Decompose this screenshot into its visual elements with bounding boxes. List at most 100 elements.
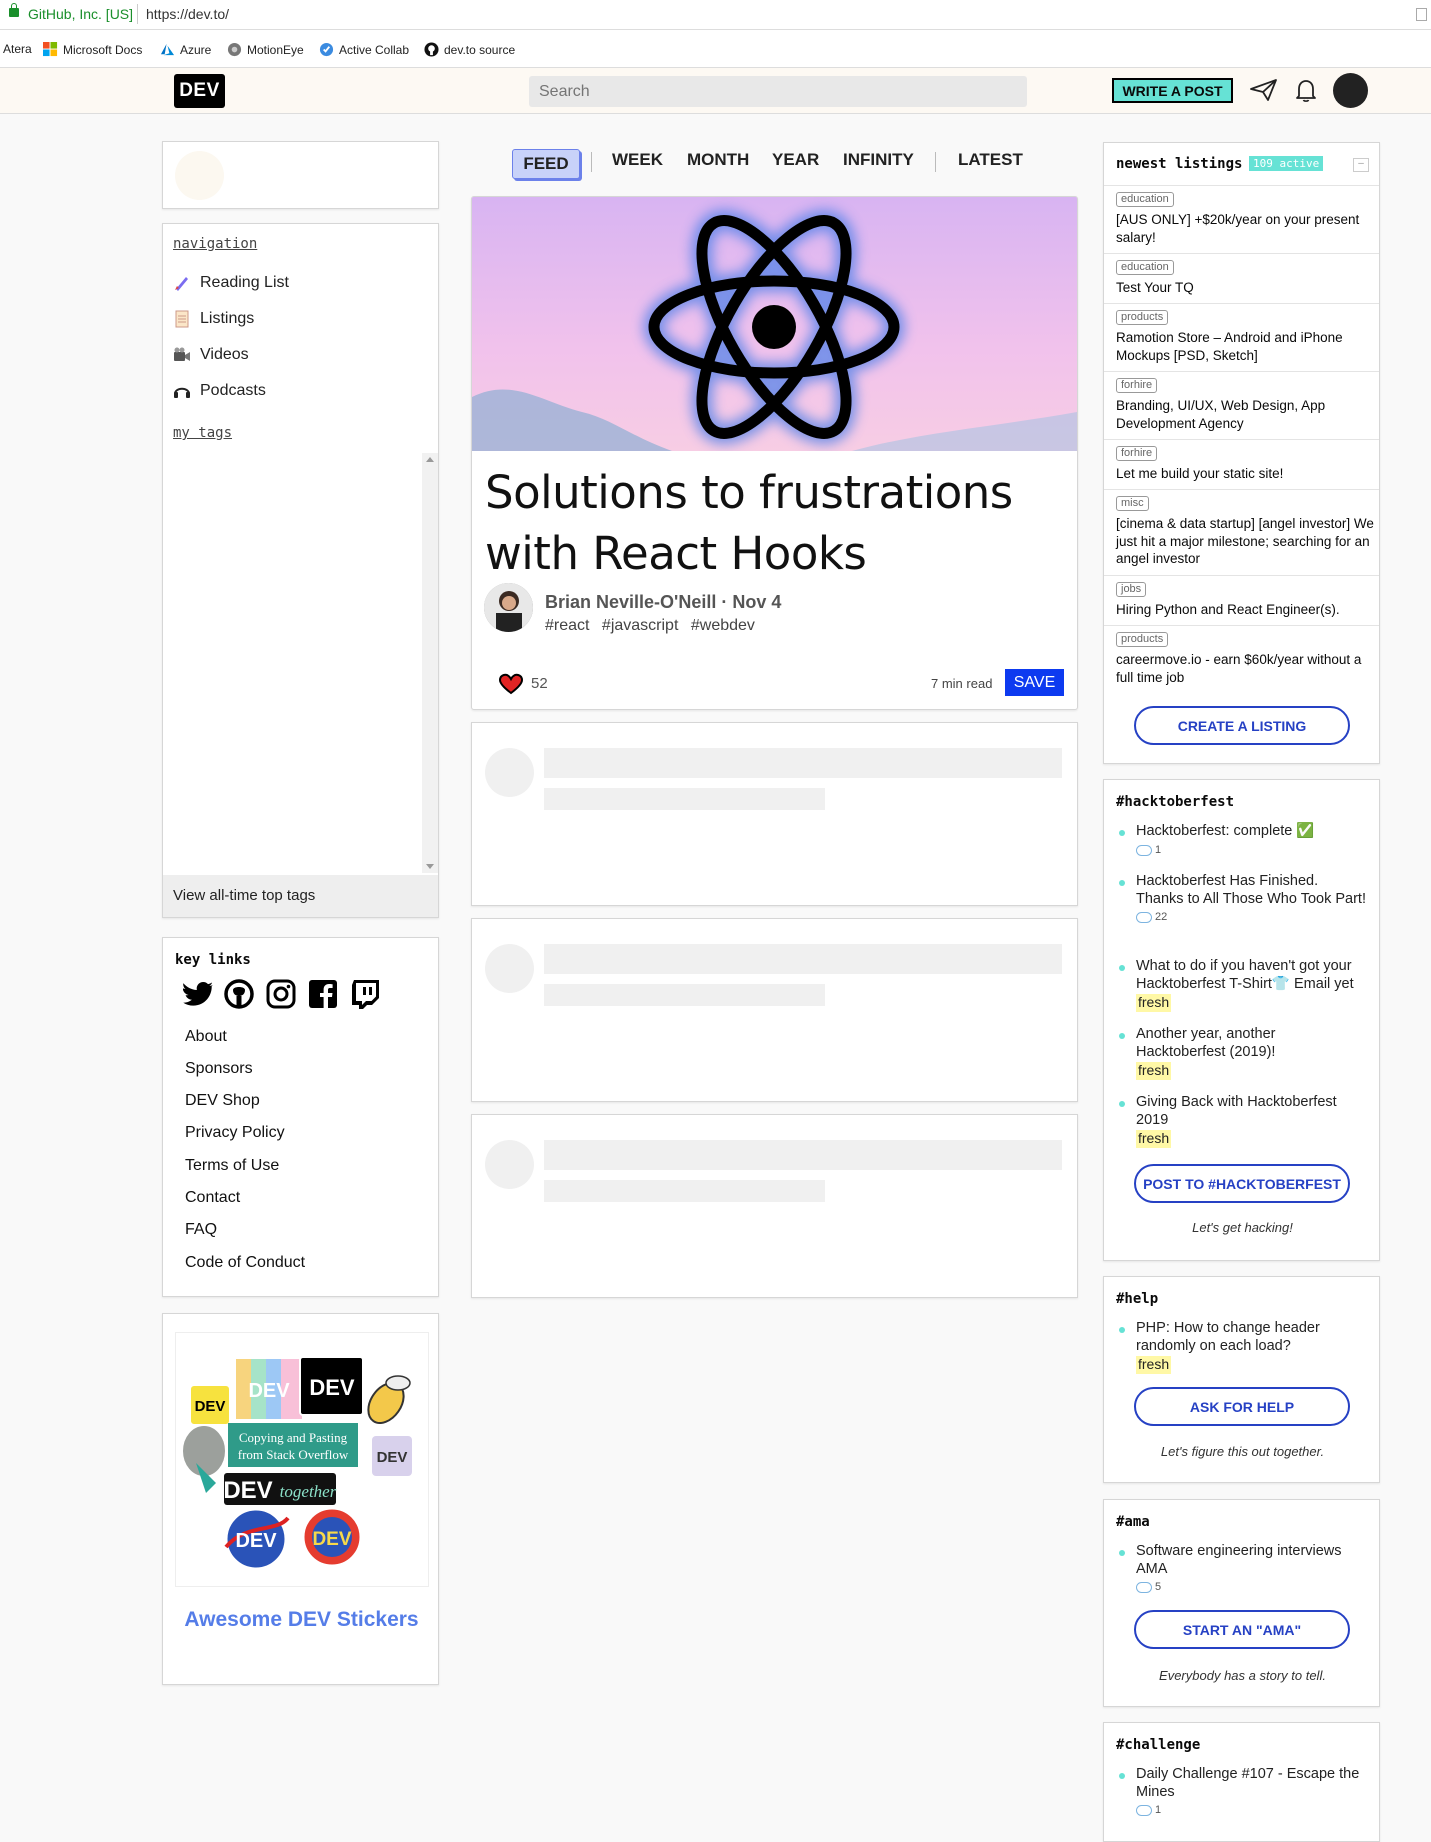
ask-for-help-button[interactable]: ASK FOR HELP xyxy=(1134,1387,1350,1426)
listing-category[interactable]: forhire xyxy=(1116,446,1158,461)
key-link-code-of-conduct[interactable]: Code of Conduct xyxy=(185,1254,305,1272)
minimize-icon[interactable]: – xyxy=(1353,158,1369,172)
write-post-button[interactable]: WRITE A POST xyxy=(1112,78,1233,103)
site-identity[interactable]: GitHub, Inc. [US] xyxy=(28,6,133,22)
tags-scrollbar[interactable] xyxy=(422,453,438,873)
instagram-icon[interactable] xyxy=(265,978,297,1010)
user-avatar[interactable] xyxy=(1333,73,1368,108)
tab-year[interactable]: YEAR xyxy=(772,150,819,170)
listing-item[interactable]: forhire Let me build your static site! xyxy=(1104,439,1379,490)
author-avatar[interactable] xyxy=(484,583,533,632)
tag-post-item[interactable]: Another year, another Hacktoberfest (201… xyxy=(1119,1026,1368,1081)
listing-title[interactable]: Test Your TQ xyxy=(1116,279,1374,297)
tag-post-item[interactable]: Daily Challenge #107 - Escape the Mines … xyxy=(1119,1766,1368,1820)
tag-post-title[interactable]: Software engineering interviews AMA xyxy=(1136,1543,1368,1578)
tag-post-title[interactable]: Hacktoberfest Has Finished. Thanks to Al… xyxy=(1136,873,1368,908)
tab-feed[interactable]: FEED xyxy=(512,149,580,179)
listing-category[interactable]: forhire xyxy=(1116,378,1158,393)
listing-item[interactable]: misc [cinema & data startup] [angel inve… xyxy=(1104,489,1379,576)
listing-title[interactable]: [cinema & data startup] [angel investor]… xyxy=(1116,515,1374,568)
save-button[interactable]: SAVE xyxy=(1005,669,1064,696)
key-link-privacy-policy[interactable]: Privacy Policy xyxy=(185,1124,285,1142)
comment-count[interactable]: 1 xyxy=(1136,842,1368,860)
tag-post-title[interactable]: Giving Back with Hacktoberfest 2019 xyxy=(1136,1094,1368,1129)
comment-count[interactable]: 1 xyxy=(1136,1802,1368,1820)
my-tags-list[interactable] xyxy=(163,453,422,876)
listing-item[interactable]: jobs Hiring Python and React Engineer(s)… xyxy=(1104,575,1379,626)
url-text[interactable]: https://dev.to/ xyxy=(146,6,229,22)
create-listing-button[interactable]: CREATE A LISTING xyxy=(1134,706,1350,745)
post-title[interactable]: Solutions to frustrations with React Hoo… xyxy=(485,462,1070,584)
bell-icon[interactable] xyxy=(1294,78,1318,103)
tag-post-item[interactable]: PHP: How to change header randomly on ea… xyxy=(1119,1320,1368,1375)
bookmark-microsoft-docs[interactable]: Microsoft Docs xyxy=(43,42,142,57)
key-link-contact[interactable]: Contact xyxy=(185,1189,240,1207)
facebook-icon[interactable] xyxy=(307,978,339,1010)
tag-post-title[interactable]: PHP: How to change header randomly on ea… xyxy=(1136,1320,1368,1355)
tag-post-item[interactable]: Software engineering interviews AMA 5 xyxy=(1119,1543,1368,1597)
tab-infinity[interactable]: INFINITY xyxy=(843,150,914,170)
tag-post-item[interactable]: Giving Back with Hacktoberfest 2019 fres… xyxy=(1119,1094,1368,1149)
stickers-image[interactable]: DEV DEV DEV Copying and Pasting from Sta… xyxy=(175,1332,429,1587)
start-ama-button[interactable]: START AN "AMA" xyxy=(1134,1610,1350,1649)
tag-post-title[interactable]: What to do if you haven't got your Hackt… xyxy=(1136,958,1368,993)
listing-category[interactable]: products xyxy=(1116,632,1169,647)
nav-item-reading-list[interactable]: Reading List xyxy=(173,274,289,292)
listing-title[interactable]: careermove.io - earn $60k/year without a… xyxy=(1116,651,1374,686)
tag-post-title[interactable]: Another year, another Hacktoberfest (201… xyxy=(1136,1026,1368,1061)
listing-category[interactable]: education xyxy=(1116,192,1174,207)
post-cover-image[interactable] xyxy=(472,197,1077,451)
tag-post-item[interactable]: Hacktoberfest: complete ✅ 1 xyxy=(1119,823,1368,860)
tag-post-title[interactable]: Hacktoberfest: complete ✅ xyxy=(1136,823,1368,841)
profile-avatar[interactable] xyxy=(175,151,224,200)
key-link-terms-of-use[interactable]: Terms of Use xyxy=(185,1157,279,1175)
address-bar[interactable]: GitHub, Inc. [US] https://dev.to/ xyxy=(0,0,1431,30)
tag-post-item[interactable]: Hacktoberfest Has Finished. Thanks to Al… xyxy=(1119,873,1368,927)
twitch-icon[interactable] xyxy=(349,978,381,1010)
listing-title[interactable]: Hiring Python and React Engineer(s). xyxy=(1116,601,1374,619)
listing-title[interactable]: [AUS ONLY] +$20k/year on your present sa… xyxy=(1116,211,1374,246)
nav-item-podcasts[interactable]: Podcasts xyxy=(173,382,266,400)
listings-heading[interactable]: newest listings xyxy=(1116,156,1242,172)
nav-item-videos[interactable]: Videos xyxy=(173,346,249,364)
listing-item[interactable]: education Test Your TQ xyxy=(1104,253,1379,304)
listing-title[interactable]: Let me build your static site! xyxy=(1116,465,1374,483)
post-tag[interactable]: #webdev xyxy=(691,617,755,634)
listing-item[interactable]: products Ramotion Store – Android and iP… xyxy=(1104,303,1379,372)
scroll-up-icon[interactable] xyxy=(426,457,434,462)
comment-count[interactable]: 22 xyxy=(1136,909,1368,927)
view-all-tags-link[interactable]: View all-time top tags xyxy=(163,875,438,917)
featured-post-card[interactable]: Solutions to frustrations with React Hoo… xyxy=(471,196,1078,710)
listing-category[interactable]: misc xyxy=(1116,496,1149,511)
bookmark-dev-source[interactable]: dev.to source xyxy=(424,42,515,57)
send-icon[interactable] xyxy=(1249,78,1279,102)
listing-category[interactable]: jobs xyxy=(1116,582,1147,597)
listing-item[interactable]: products careermove.io - earn $60k/year … xyxy=(1104,625,1379,694)
key-link-faq[interactable]: FAQ xyxy=(185,1221,217,1239)
bookmark-active-collab[interactable]: Active Collab xyxy=(319,42,409,57)
tag-post-title[interactable]: Daily Challenge #107 - Escape the Mines xyxy=(1136,1766,1368,1801)
post-tag[interactable]: #javascript xyxy=(602,617,678,634)
post-to-hacktoberfest-button[interactable]: POST TO #HACKTOBERFEST xyxy=(1134,1164,1350,1203)
bookmark-azure[interactable]: Azure xyxy=(160,42,211,57)
twitter-icon[interactable] xyxy=(183,978,215,1010)
comment-count[interactable]: 5 xyxy=(1136,1579,1368,1597)
ama-heading[interactable]: #ama xyxy=(1116,1514,1150,1530)
author-name[interactable]: Brian Neville-O'Neill xyxy=(545,592,716,612)
listing-title[interactable]: Ramotion Store – Android and iPhone Mock… xyxy=(1116,329,1374,364)
hacktoberfest-heading[interactable]: #hacktoberfest xyxy=(1116,794,1234,810)
listing-category[interactable]: education xyxy=(1116,260,1174,275)
key-link-about[interactable]: About xyxy=(185,1028,227,1046)
navigation-heading[interactable]: navigation xyxy=(173,236,257,252)
listing-item[interactable]: forhire Branding, UI/UX, Web Design, App… xyxy=(1104,371,1379,440)
listing-category[interactable]: products xyxy=(1116,310,1169,325)
listing-title[interactable]: Branding, UI/UX, Web Design, App Develop… xyxy=(1116,397,1374,432)
search-input[interactable] xyxy=(529,76,1027,107)
dev-logo[interactable]: DEV xyxy=(174,74,225,108)
key-link-sponsors[interactable]: Sponsors xyxy=(185,1060,253,1078)
my-tags-heading[interactable]: my tags xyxy=(173,425,232,441)
tag-post-item[interactable]: What to do if you haven't got your Hackt… xyxy=(1119,958,1368,1013)
listing-item[interactable]: education [AUS ONLY] +$20k/year on your … xyxy=(1104,185,1379,254)
tab-month[interactable]: MONTH xyxy=(687,150,749,170)
bookmark-atera[interactable]: Atera xyxy=(3,42,32,56)
